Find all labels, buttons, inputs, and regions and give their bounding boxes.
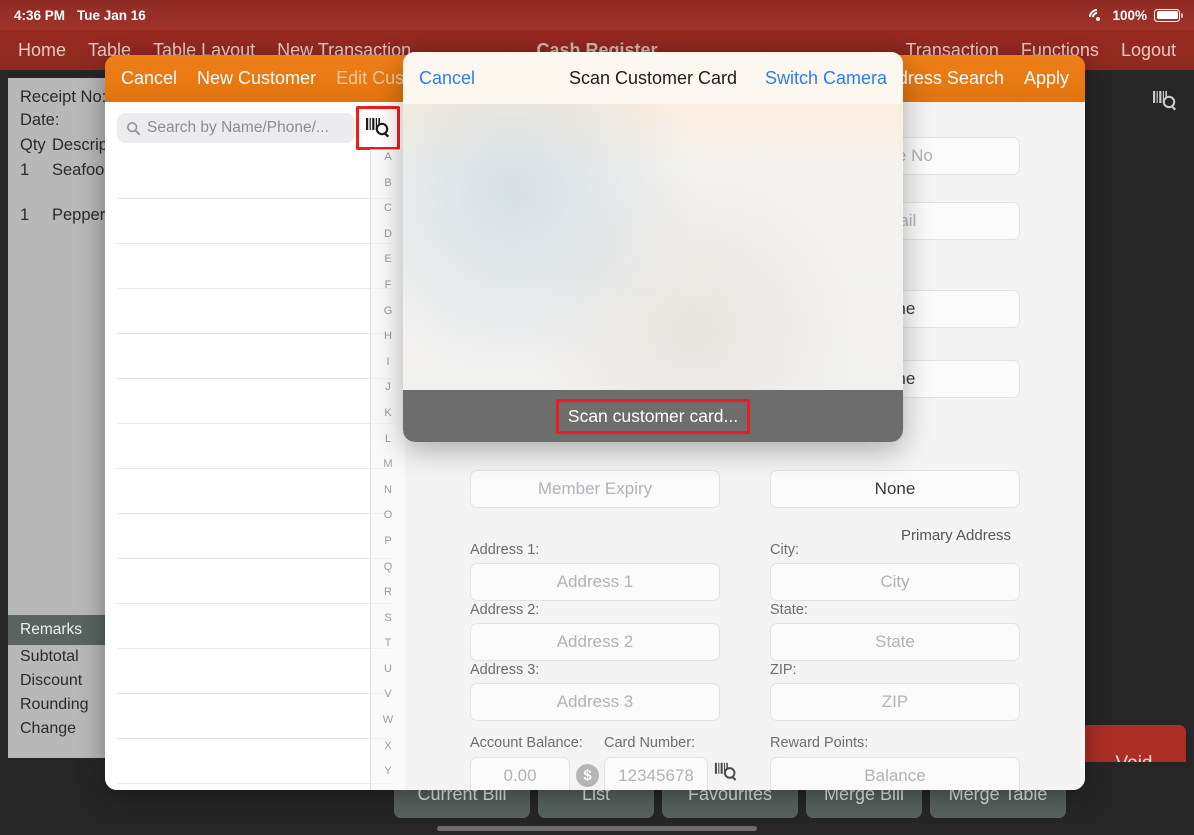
- status-bar-date: Tue Jan 16: [77, 7, 146, 23]
- col-qty: Qty: [20, 136, 46, 154]
- member-type-field[interactable]: None: [770, 470, 1020, 508]
- line-item-description: Pepper: [52, 206, 106, 224]
- battery-icon: [1154, 8, 1183, 22]
- apply-button[interactable]: Apply: [1024, 68, 1069, 89]
- alpha-index-b[interactable]: B: [384, 177, 391, 189]
- alpha-index-o[interactable]: O: [384, 509, 393, 521]
- city-field[interactable]: City: [770, 563, 1020, 601]
- nav-item-logout[interactable]: Logout: [1121, 40, 1176, 61]
- home-indicator: [437, 826, 757, 831]
- line-item-qty: 1: [20, 161, 30, 179]
- barcode-scan-icon[interactable]: [1152, 88, 1178, 119]
- alpha-index-h[interactable]: H: [384, 330, 392, 342]
- list-item[interactable]: [117, 334, 393, 379]
- status-bar: 4:36 PM Tue Jan 16 100%: [0, 0, 1194, 30]
- scan-status-text: Scan customer card...: [555, 398, 751, 434]
- scan-status-highlight: [555, 398, 751, 434]
- alpha-index-i[interactable]: I: [386, 356, 389, 368]
- alpha-index-w[interactable]: W: [383, 714, 393, 726]
- state-label: State:: [770, 602, 808, 618]
- line-item-qty: 1: [20, 206, 30, 224]
- alpha-index-g[interactable]: G: [384, 305, 393, 317]
- scan-modal-header: Cancel Scan Customer Card Switch Camera: [403, 52, 903, 104]
- nav-item-home[interactable]: Home: [18, 40, 66, 61]
- list-item[interactable]: [117, 289, 393, 334]
- alpha-index-n[interactable]: N: [384, 484, 392, 496]
- status-bar-time: 4:36 PM: [14, 7, 66, 23]
- new-customer-tab[interactable]: New Customer: [197, 68, 316, 89]
- dollar-icon: $: [576, 764, 599, 787]
- scan-button-highlight: [356, 106, 400, 150]
- address3-field[interactable]: Address 3: [470, 683, 720, 721]
- pos-app-screen: 4:36 PM Tue Jan 16 100% Home Table Table…: [0, 0, 1194, 835]
- customer-list[interactable]: [105, 154, 405, 790]
- search-icon: [127, 121, 140, 135]
- list-item[interactable]: [117, 424, 393, 469]
- alpha-index-x[interactable]: X: [384, 740, 391, 752]
- alpha-index-l[interactable]: L: [385, 433, 391, 445]
- alpha-index-y[interactable]: Y: [384, 765, 391, 777]
- customer-search-row: Search by Name/Phone/...: [105, 102, 405, 153]
- scan-customer-card-modal: Cancel Scan Customer Card Switch Camera …: [403, 52, 903, 442]
- alpha-index-p[interactable]: P: [384, 535, 391, 547]
- city-label: City:: [770, 542, 799, 558]
- address1-label: Address 1:: [470, 542, 540, 558]
- reward-points-field[interactable]: Balance: [770, 757, 1020, 790]
- member-expiry-field[interactable]: Member Expiry: [470, 470, 720, 508]
- scan-modal-footer: Scan customer card...: [403, 390, 903, 442]
- alpha-index-v[interactable]: V: [384, 688, 391, 700]
- alpha-index-t[interactable]: T: [385, 637, 392, 649]
- list-item[interactable]: [117, 244, 393, 289]
- state-field[interactable]: State: [770, 623, 1020, 661]
- address2-field[interactable]: Address 2: [470, 623, 720, 661]
- card-number-label: Card Number:: [604, 735, 696, 751]
- switch-camera-button[interactable]: Switch Camera: [765, 68, 887, 89]
- list-item[interactable]: [117, 154, 393, 199]
- zip-label: ZIP:: [770, 662, 797, 678]
- alpha-index-f[interactable]: F: [385, 279, 392, 291]
- list-item[interactable]: [117, 199, 393, 244]
- alpha-index-a[interactable]: A: [384, 151, 391, 163]
- search-input-placeholder: Search by Name/Phone/...: [147, 119, 329, 136]
- card-barcode-scan-icon[interactable]: [714, 760, 738, 789]
- customer-list-panel: Search by Name/Phone/... A B C D E F G H…: [105, 102, 405, 790]
- battery-percent: 100%: [1112, 7, 1147, 23]
- list-item[interactable]: [117, 739, 393, 784]
- alpha-index-q[interactable]: Q: [384, 561, 393, 573]
- alpha-index-e[interactable]: E: [384, 253, 391, 265]
- alphabet-index[interactable]: ABCDEFGHIJKLMNOPQRSTUVWXYZ: [371, 149, 405, 790]
- alpha-index-d[interactable]: D: [384, 228, 392, 240]
- address2-label: Address 2:: [470, 602, 540, 618]
- list-item[interactable]: [117, 559, 393, 604]
- scan-customer-card-button[interactable]: [356, 106, 400, 150]
- card-number-field[interactable]: 12345678: [604, 757, 708, 790]
- list-item[interactable]: [117, 604, 393, 649]
- camera-preview: [403, 104, 903, 390]
- list-item[interactable]: [117, 469, 393, 514]
- address1-field[interactable]: Address 1: [470, 563, 720, 601]
- list-item[interactable]: [117, 379, 393, 424]
- account-balance-field[interactable]: 0.00: [470, 757, 570, 790]
- list-item[interactable]: [117, 649, 393, 694]
- alpha-index-s[interactable]: S: [384, 612, 391, 624]
- customer-cancel-button[interactable]: Cancel: [121, 68, 177, 89]
- list-item[interactable]: [117, 694, 393, 739]
- alpha-index-j[interactable]: J: [385, 381, 391, 393]
- alpha-index-m[interactable]: M: [383, 458, 392, 470]
- alpha-index-c[interactable]: C: [384, 202, 392, 214]
- alpha-index-r[interactable]: R: [384, 586, 392, 598]
- alpha-index-k[interactable]: K: [384, 407, 391, 419]
- wifi-icon: [1086, 5, 1109, 29]
- search-input[interactable]: Search by Name/Phone/...: [117, 113, 355, 143]
- reward-points-label: Reward Points:: [770, 735, 869, 751]
- primary-address-label: Primary Address: [901, 527, 1012, 544]
- alpha-index-u[interactable]: U: [384, 663, 392, 675]
- list-item[interactable]: [117, 514, 393, 559]
- scan-cancel-button[interactable]: Cancel: [419, 68, 475, 89]
- zip-field[interactable]: ZIP: [770, 683, 1020, 721]
- account-balance-label: Account Balance:: [470, 735, 583, 751]
- address3-label: Address 3:: [470, 662, 540, 678]
